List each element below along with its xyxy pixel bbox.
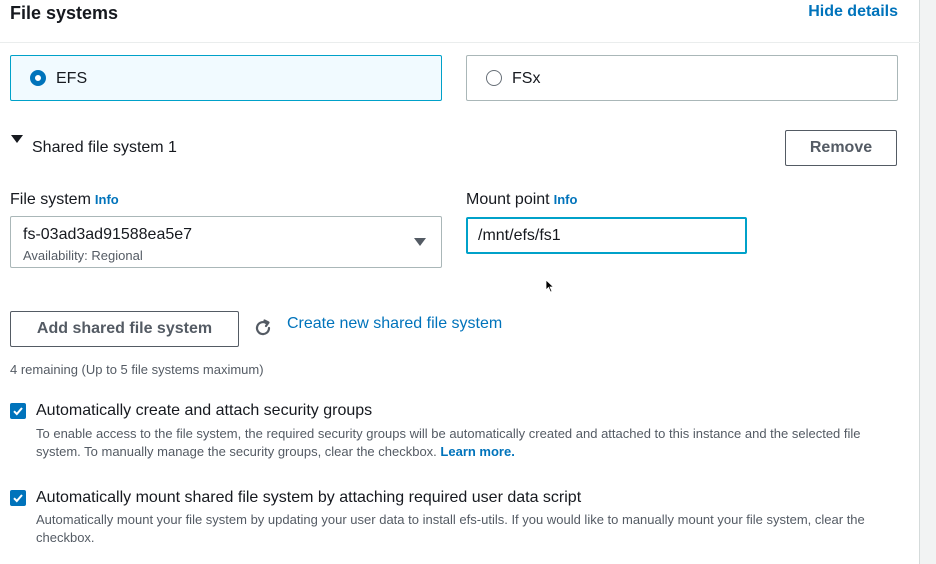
security-groups-checkbox[interactable] [10, 403, 26, 419]
file-system-info-link[interactable]: Info [95, 192, 119, 207]
shared-file-system-title[interactable]: Shared file system 1 [32, 139, 177, 157]
efs-option-tile[interactable]: EFS [10, 55, 442, 101]
remove-button[interactable]: Remove [785, 130, 897, 166]
dropdown-arrow-icon [414, 238, 426, 246]
hide-details-link[interactable]: Hide details [808, 3, 898, 21]
create-shared-file-system-link[interactable]: Create new shared file system [287, 315, 502, 333]
scrollbar-track[interactable] [920, 0, 936, 564]
mouse-pointer-icon [545, 279, 555, 293]
fsx-label: FSx [512, 70, 541, 87]
learn-more-link[interactable]: Learn more. [440, 444, 514, 459]
header-divider [0, 42, 920, 43]
auto-mount-description: Automatically mount your file system by … [36, 512, 865, 545]
mount-point-info-link[interactable]: Info [554, 192, 578, 207]
efs-label: EFS [56, 70, 88, 87]
checkmark-icon [13, 407, 23, 416]
section-header: File systems Hide details [10, 3, 898, 27]
remaining-count-text: 4 remaining (Up to 5 file systems maximu… [10, 362, 264, 377]
mount-point-label-text: Mount point [466, 191, 550, 208]
efs-radio[interactable] [30, 70, 46, 86]
add-shared-file-system-button[interactable]: Add shared file system [10, 311, 239, 347]
section-title: File systems [10, 3, 119, 23]
auto-mount-label[interactable]: Automatically mount shared file system b… [36, 489, 581, 507]
fsx-option-tile[interactable]: FSx [466, 55, 898, 101]
file-system-label-text: File system [10, 191, 91, 208]
fsx-radio[interactable] [486, 70, 502, 86]
security-groups-description: To enable access to the file system, the… [36, 425, 896, 461]
file-system-availability: Availability: Regional [23, 248, 143, 263]
security-groups-label[interactable]: Automatically create and attach security… [36, 402, 372, 420]
mount-point-field-label: Mount point Info [466, 191, 577, 209]
file-system-select[interactable]: fs-03ad3ad91588ea5e7 Availability: Regio… [10, 216, 442, 268]
checkmark-icon [13, 494, 23, 503]
auto-mount-checkbox[interactable] [10, 490, 26, 506]
file-system-field-label: File system Info [10, 191, 119, 209]
refresh-icon[interactable] [253, 318, 273, 338]
caret-down-icon[interactable] [11, 135, 23, 143]
file-system-value: fs-03ad3ad91588ea5e7 [23, 226, 193, 243]
mount-point-input[interactable] [466, 217, 747, 254]
